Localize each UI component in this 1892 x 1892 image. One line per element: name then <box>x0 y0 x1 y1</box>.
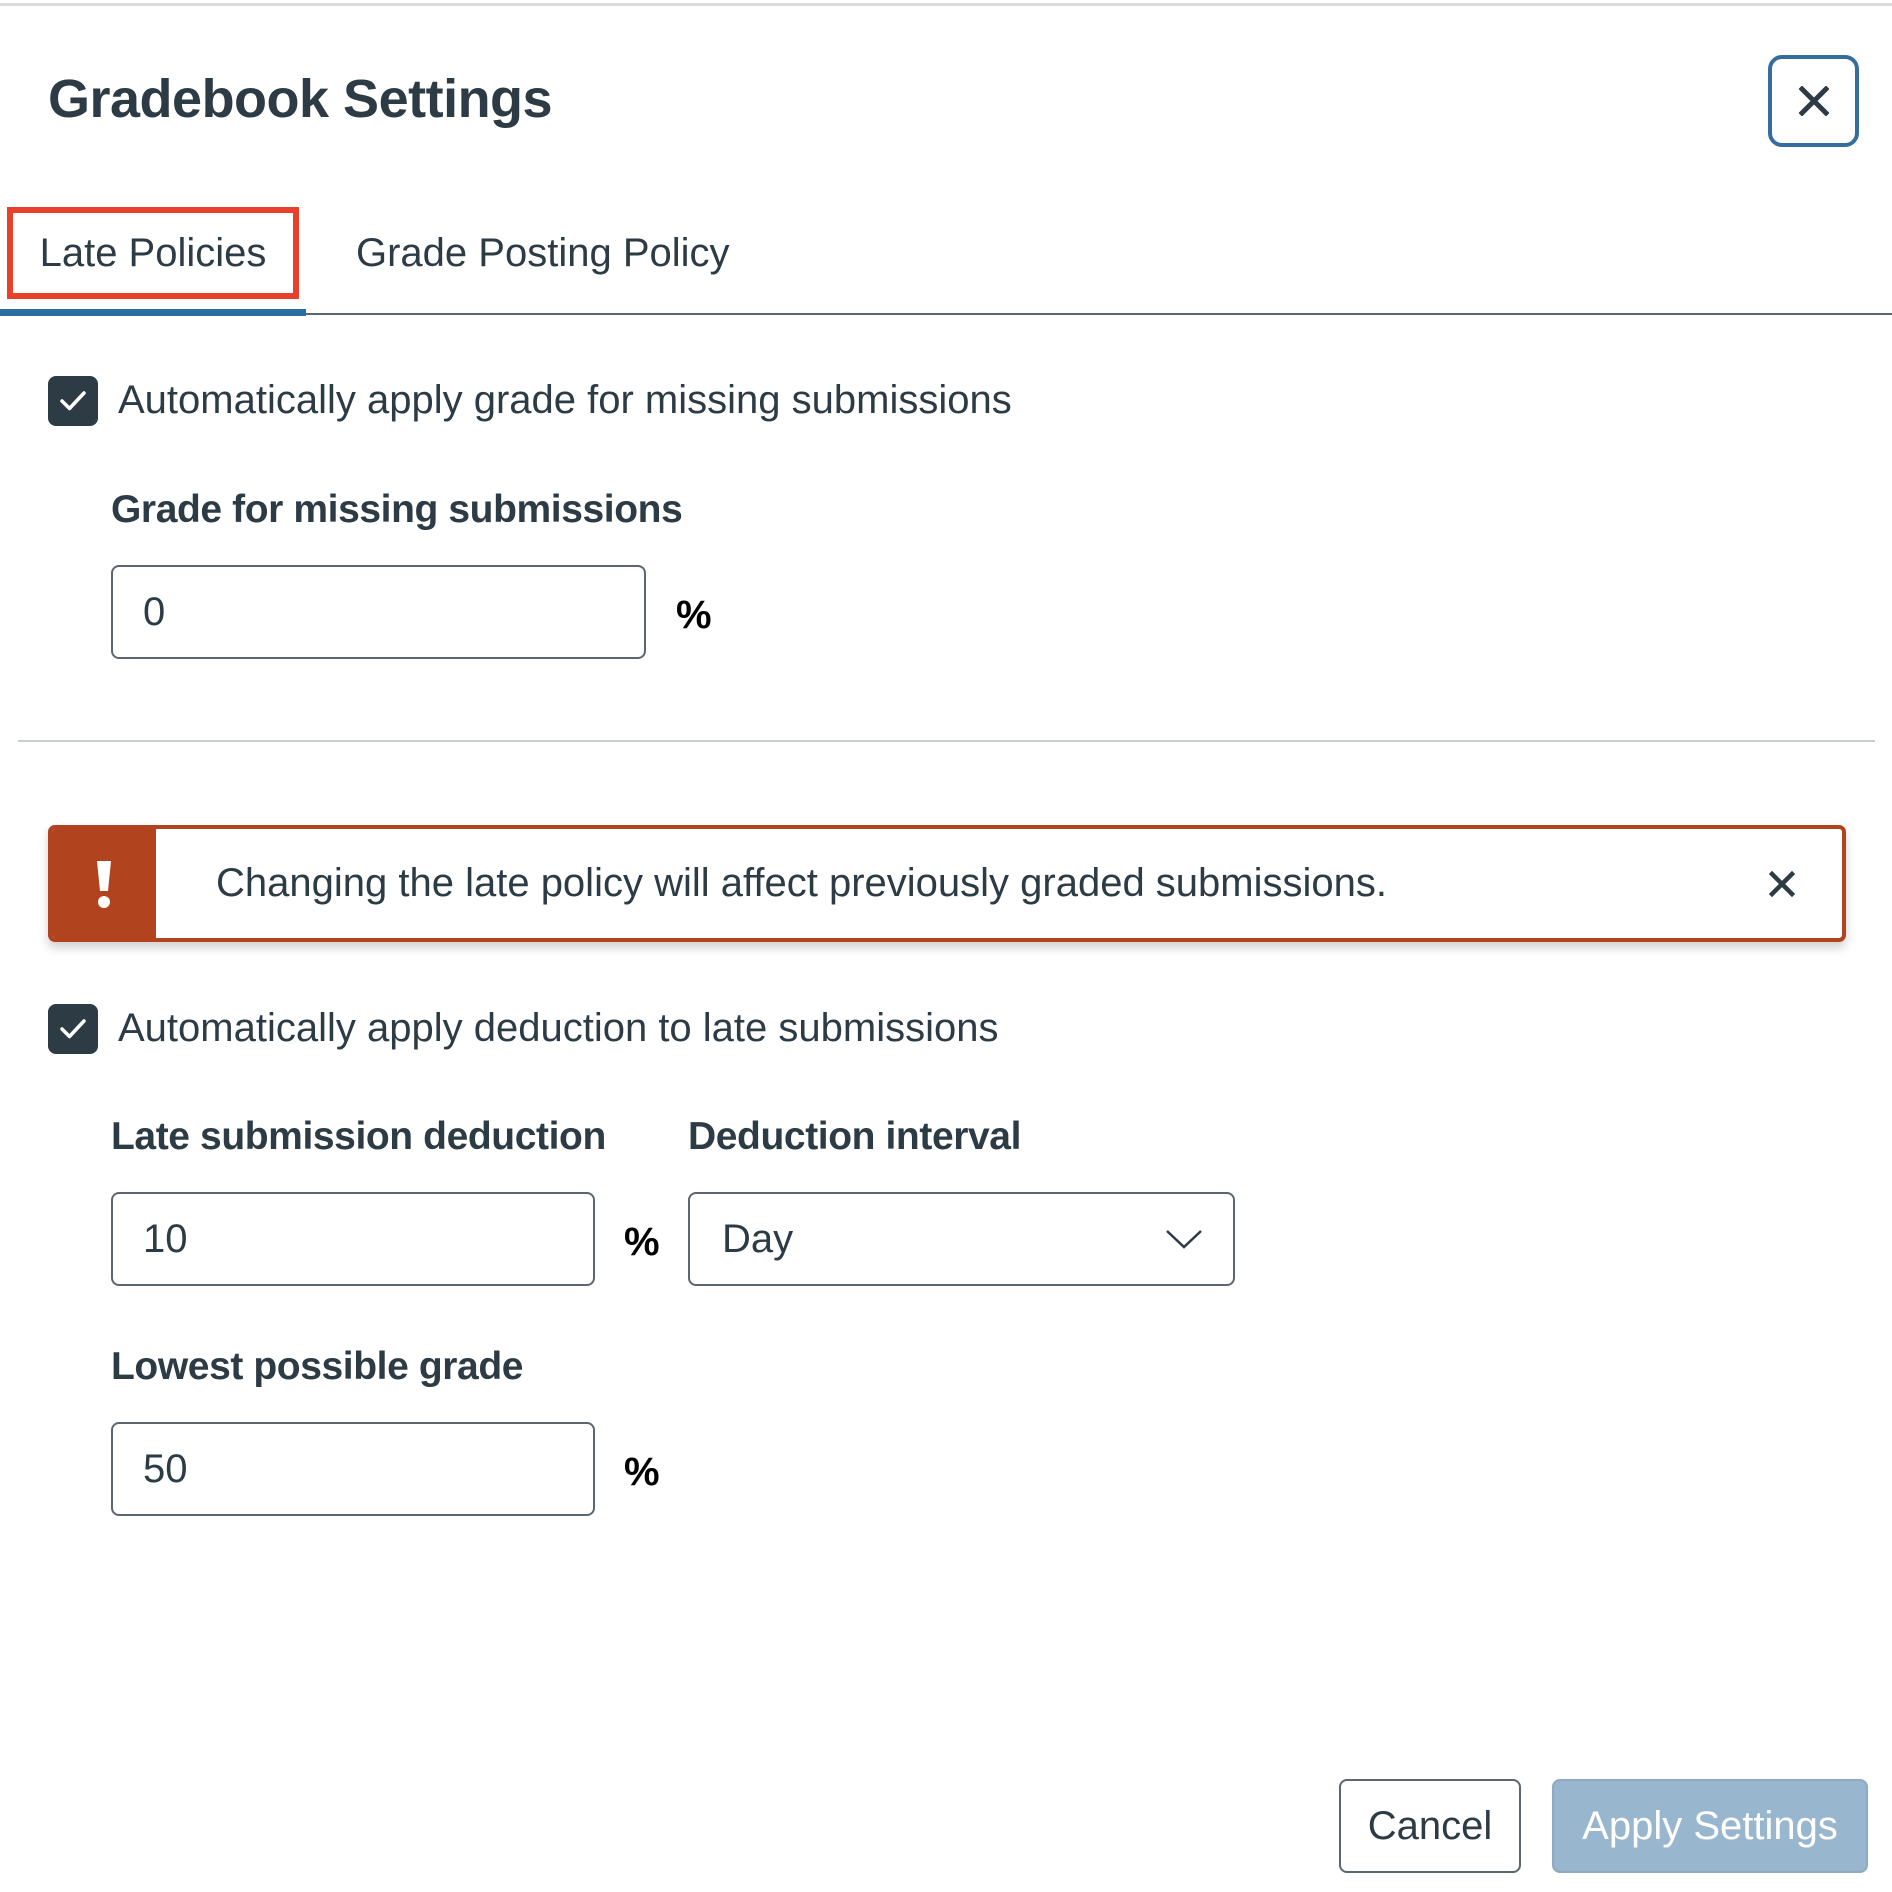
tab-label: Late Policies <box>39 230 267 275</box>
missing-grade-percent-unit: % <box>676 593 712 637</box>
alert-icon-stripe <box>52 829 156 938</box>
lowest-grade-input[interactable]: 50 <box>111 1422 595 1516</box>
missing-grade-label: Grade for missing submissions <box>111 488 683 531</box>
deduction-interval-select[interactable]: Day <box>688 1192 1235 1286</box>
missing-submissions-checkbox[interactable] <box>48 376 98 426</box>
tab-divider <box>306 313 1892 315</box>
alert-close-button[interactable] <box>1722 829 1842 938</box>
late-submissions-checkbox-label[interactable]: Automatically apply deduction to late su… <box>118 1006 998 1051</box>
deduction-interval-label: Deduction interval <box>688 1115 1022 1158</box>
late-deduction-percent-unit: % <box>624 1220 660 1264</box>
warning-exclamation-icon <box>97 860 111 908</box>
lowest-grade-label: Lowest possible grade <box>111 1345 524 1388</box>
late-deduction-label: Late submission deduction <box>111 1115 606 1158</box>
section-divider <box>18 740 1875 742</box>
missing-submissions-checkbox-label[interactable]: Automatically apply grade for missing su… <box>118 378 1012 423</box>
late-policy-warning-alert: Changing the late policy will affect pre… <box>48 825 1846 942</box>
chevron-down-icon <box>1166 1230 1202 1249</box>
tab-late-policies[interactable]: Late Policies <box>7 207 299 299</box>
alert-message: Changing the late policy will affect pre… <box>216 861 1387 905</box>
lowest-grade-percent-unit: % <box>624 1450 660 1494</box>
active-tab-indicator <box>0 309 306 316</box>
checkmark-icon <box>60 1019 86 1039</box>
close-icon <box>1769 870 1795 897</box>
deduction-interval-value: Day <box>722 1216 794 1261</box>
top-border <box>0 3 1892 6</box>
tab-grade-posting-policy[interactable]: Grade Posting Policy <box>356 207 730 299</box>
apply-settings-button[interactable]: Apply Settings <box>1552 1779 1868 1873</box>
close-icon <box>1798 86 1829 116</box>
missing-grade-input[interactable]: 0 <box>111 565 646 659</box>
close-dialog-button[interactable] <box>1768 55 1859 147</box>
late-deduction-input[interactable]: 10 <box>111 1192 595 1286</box>
tab-label: Grade Posting Policy <box>356 230 730 275</box>
dialog-title: Gradebook Settings <box>48 69 553 129</box>
late-submissions-checkbox[interactable] <box>48 1004 98 1054</box>
checkmark-icon <box>60 391 86 411</box>
cancel-button[interactable]: Cancel <box>1339 1779 1521 1873</box>
